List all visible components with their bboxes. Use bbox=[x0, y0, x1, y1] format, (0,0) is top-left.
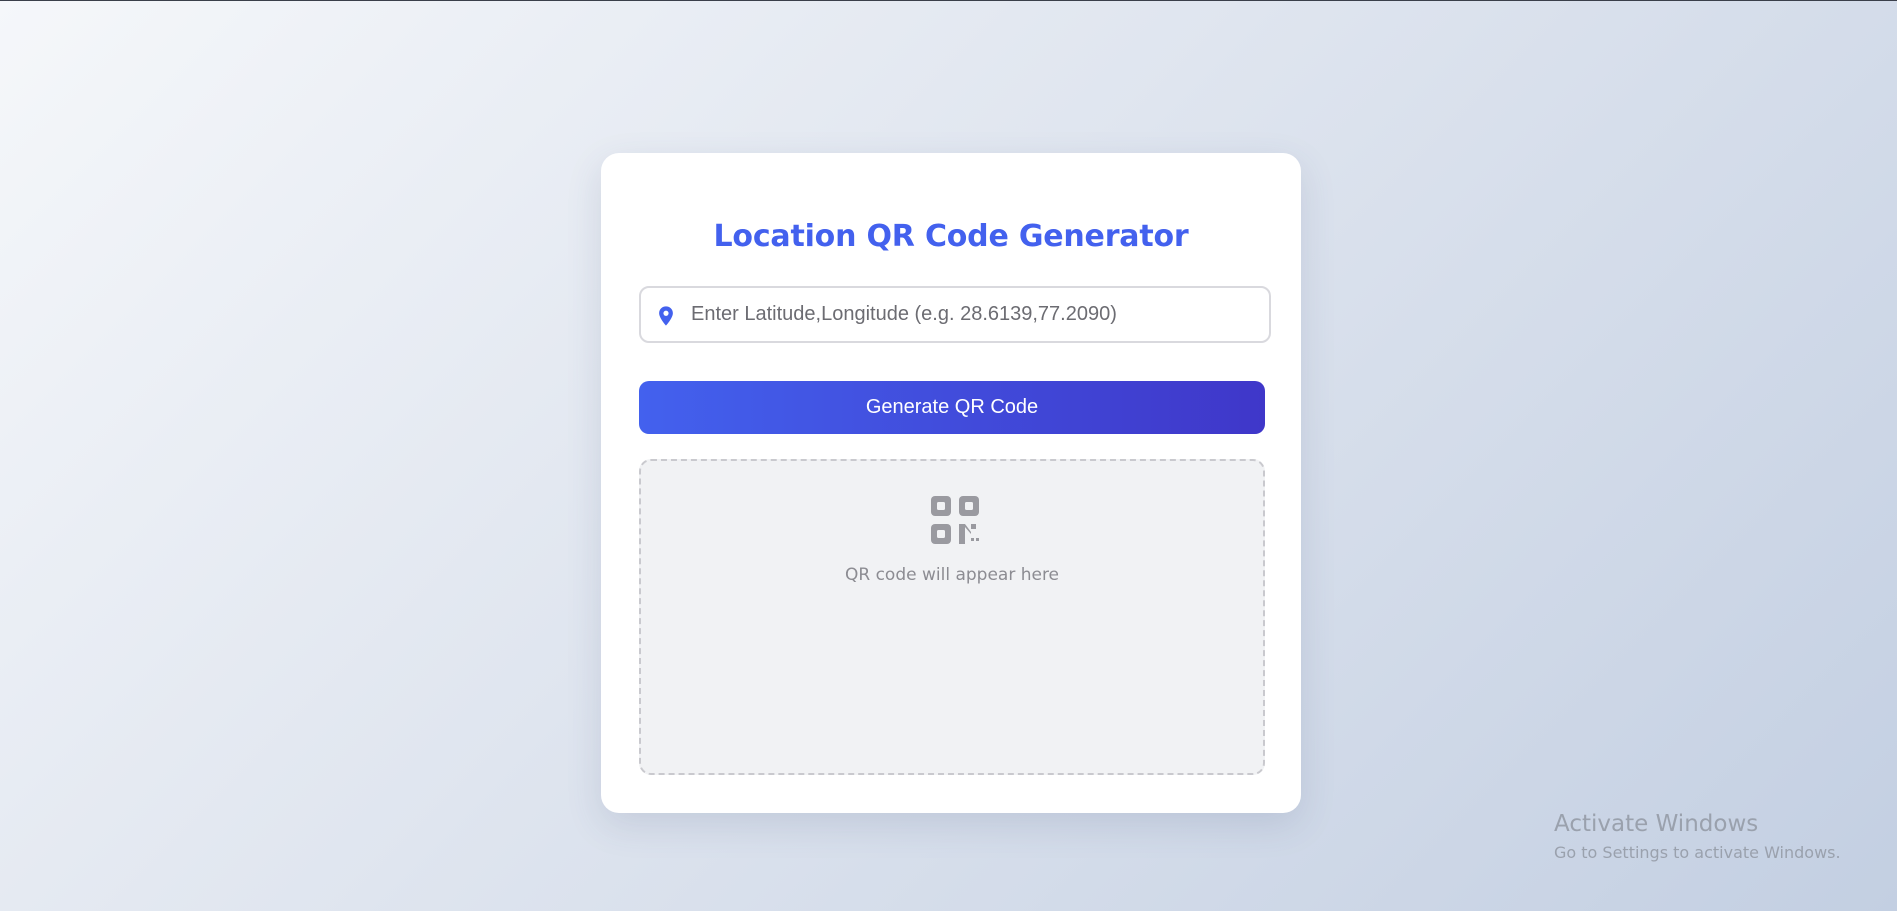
location-input[interactable] bbox=[691, 288, 1261, 341]
map-pin-icon bbox=[659, 306, 673, 326]
qr-placeholder-text: QR code will appear here bbox=[844, 565, 1060, 585]
activate-windows-watermark: Activate Windows Go to Settings to activ… bbox=[1554, 809, 1841, 865]
watermark-subtitle: Go to Settings to activate Windows. bbox=[1554, 843, 1841, 862]
qr-output-area: QR code will appear here bbox=[639, 459, 1265, 775]
location-input-wrapper[interactable] bbox=[639, 286, 1271, 343]
qr-generator-card: Location QR Code Generator Generate QR C… bbox=[601, 153, 1301, 813]
watermark-title: Activate Windows bbox=[1554, 811, 1759, 837]
page-title: Location QR Code Generator bbox=[713, 219, 1189, 254]
qrcode-icon bbox=[931, 496, 979, 544]
generate-qr-button[interactable]: Generate QR Code bbox=[639, 381, 1265, 434]
